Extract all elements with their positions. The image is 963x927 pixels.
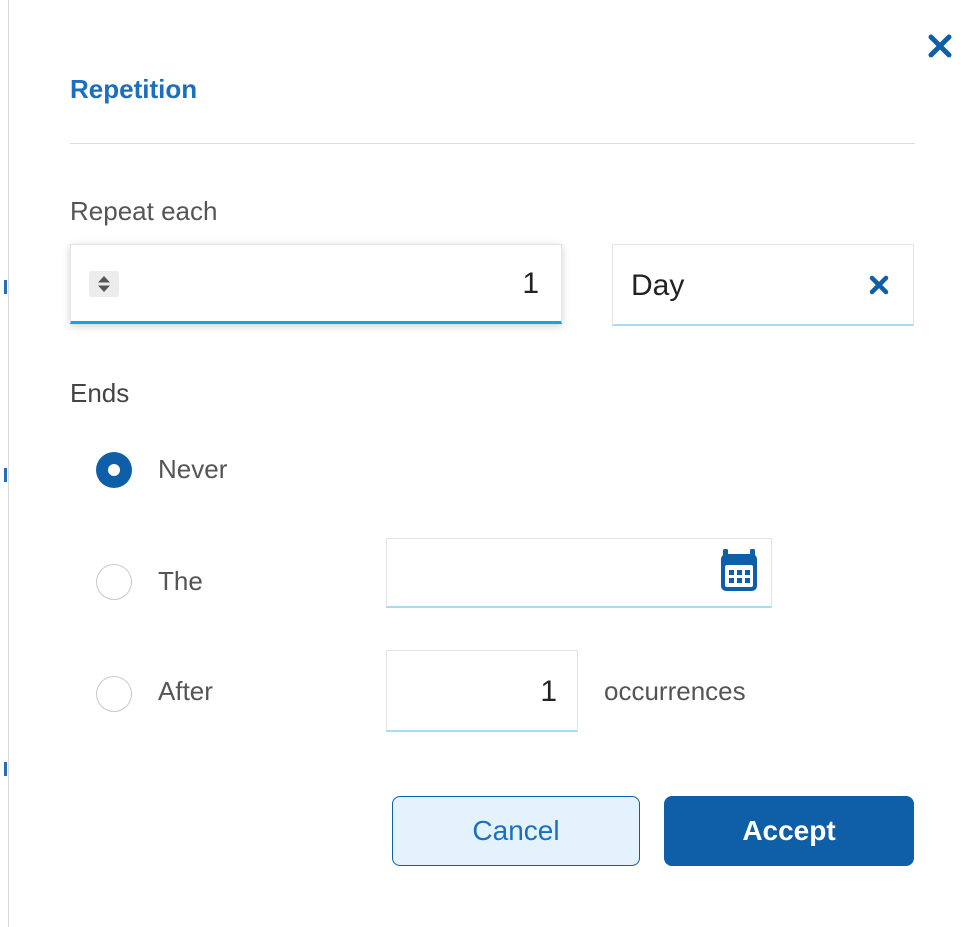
repeat-interval-value: 1	[522, 267, 539, 300]
calendar-icon[interactable]	[719, 549, 759, 593]
close-button[interactable]	[924, 30, 956, 62]
sort-arrows-icon	[98, 276, 110, 292]
repeat-unit-clear-button[interactable]	[865, 271, 893, 299]
cancel-button[interactable]: Cancel	[392, 796, 640, 866]
radio-on-date[interactable]	[96, 564, 132, 600]
edge-marker	[4, 762, 7, 776]
occurrences-input[interactable]: 1	[386, 650, 578, 732]
close-icon	[869, 275, 889, 295]
repeat-each-label: Repeat each	[70, 196, 218, 226]
radio-after-label[interactable]: After	[158, 676, 213, 707]
ends-label: Ends	[70, 378, 130, 408]
radio-never-label[interactable]: Never	[158, 454, 227, 485]
occurrences-label: occurrences	[604, 676, 746, 706]
end-date-input[interactable]	[386, 538, 772, 608]
accept-button[interactable]: Accept	[664, 796, 914, 866]
occurrences-value: 1	[540, 675, 557, 708]
close-icon	[928, 34, 952, 58]
radio-never[interactable]	[96, 452, 132, 488]
edge-marker	[4, 468, 7, 482]
dialog-title: Repetition	[70, 74, 198, 104]
radio-after[interactable]	[96, 676, 132, 712]
repeat-unit-select[interactable]: Day	[612, 244, 914, 326]
radio-on-date-label[interactable]: The	[158, 566, 203, 597]
stepper-arrows-button[interactable]	[89, 271, 119, 297]
title-divider	[70, 143, 915, 144]
repeat-interval-stepper[interactable]: 1	[70, 244, 562, 324]
edge-marker	[4, 280, 7, 294]
background-panel-edge	[0, 0, 9, 927]
repeat-unit-value: Day	[631, 269, 685, 302]
